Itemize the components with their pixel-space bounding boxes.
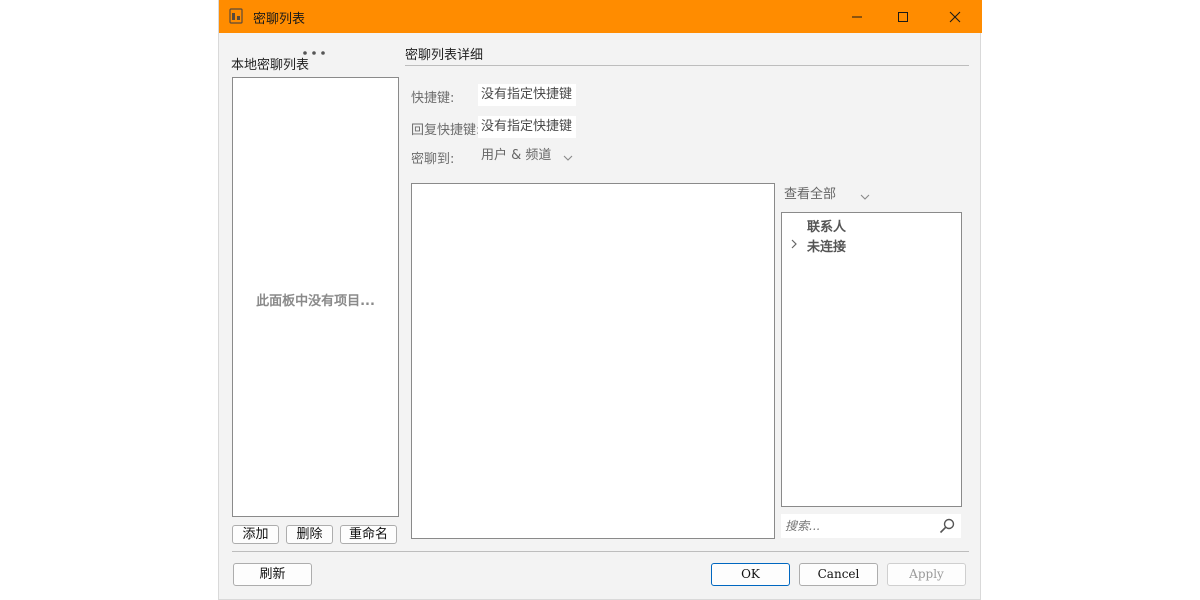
right-panel-title: 密聊列表详细 [405, 48, 484, 63]
tree-item-disconnected[interactable]: 未连接 [807, 236, 846, 255]
shortcut-label: 快捷键: [411, 91, 455, 106]
minimize-icon [851, 11, 863, 23]
footer-divider [232, 551, 969, 552]
chevron-right-icon[interactable] [789, 238, 799, 254]
whisper-list-dialog: 密聊列表 本地密聊列表 此面板中没有项目... 添加 删除 重命名 密聊列表详细 [218, 0, 982, 600]
search-input[interactable] [781, 514, 926, 538]
title-divider [405, 65, 969, 66]
chevron-down-icon [562, 150, 574, 172]
maximize-button[interactable] [880, 0, 926, 33]
reply-shortcut-field[interactable]: 没有指定快捷键 [478, 116, 576, 138]
whisper-to-label: 密聊到: [411, 152, 455, 167]
empty-list-text: 此面板中没有项目... [256, 294, 375, 309]
close-icon [949, 11, 961, 23]
left-panel-title: 本地密聊列表 [231, 58, 310, 73]
shortcut-field[interactable]: 没有指定快捷键 [478, 84, 576, 106]
ok-button[interactable]: OK [711, 563, 790, 586]
minimize-button[interactable] [834, 0, 880, 33]
app-icon [229, 8, 244, 24]
tree-item-contacts[interactable]: 联系人 [807, 216, 846, 235]
contacts-tree[interactable]: 联系人 未连接 [781, 212, 962, 507]
view-filter-select[interactable]: 查看全部 [781, 184, 874, 206]
window-title: 密聊列表 [253, 12, 306, 27]
apply-button[interactable]: Apply [887, 563, 966, 586]
view-filter-value: 查看全部 [784, 187, 837, 202]
reply-shortcut-label: 回复快捷键: [411, 123, 481, 138]
whisper-to-value: 用户 & 频道 [481, 148, 552, 163]
delete-button[interactable]: 删除 [286, 525, 333, 544]
local-whisper-list[interactable]: 此面板中没有项目... [232, 77, 399, 517]
add-button[interactable]: 添加 [232, 525, 279, 544]
rename-button[interactable]: 重命名 [340, 525, 397, 544]
search-icon[interactable] [939, 518, 955, 538]
search-box[interactable] [781, 514, 961, 538]
ellipsis-icon[interactable] [302, 46, 328, 61]
maximize-icon [897, 11, 909, 23]
refresh-button[interactable]: 刷新 [233, 563, 312, 586]
cancel-button[interactable]: Cancel [799, 563, 878, 586]
whisper-to-select[interactable]: 用户 & 频道 [478, 145, 577, 167]
close-button[interactable] [932, 0, 978, 33]
title-bar: 密聊列表 [219, 0, 982, 33]
chevron-down-icon [859, 189, 871, 211]
whisper-targets-list[interactable] [411, 183, 775, 539]
